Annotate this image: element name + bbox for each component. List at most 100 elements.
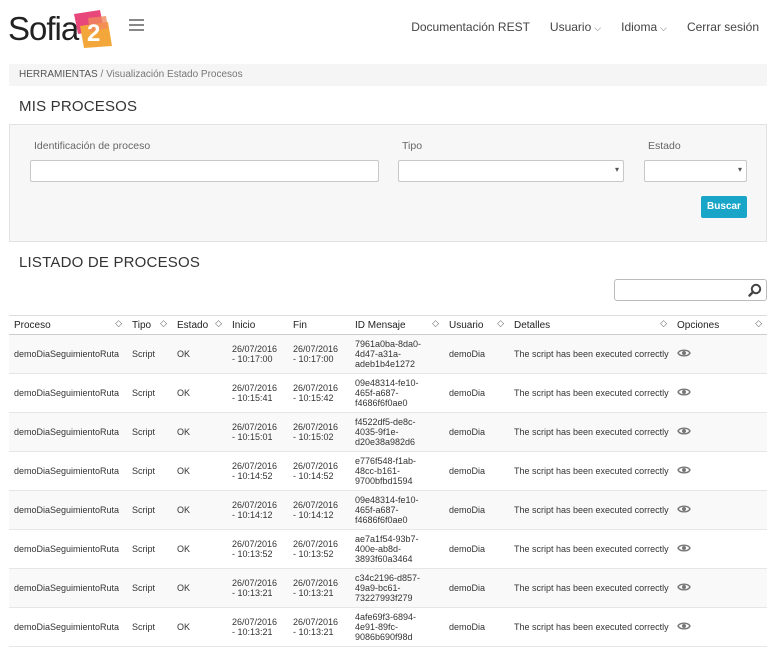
estado-select[interactable] — [644, 160, 747, 182]
col-header-tipo[interactable]: Tipo ◇ — [127, 315, 172, 335]
cell-inicio: 26/07/2016- 10:15:01 — [227, 412, 288, 452]
cell-usuario: demoDia — [444, 451, 509, 491]
logo-mark-text: 2 — [87, 20, 100, 47]
cell-id-part: 73227993f279 — [355, 593, 413, 603]
col-header-label: Tipo — [132, 319, 152, 331]
sort-icon: ◇ — [215, 318, 222, 328]
table-row: demoDiaSeguimientoRuta Script OK 26/07/2016… — [9, 373, 767, 413]
buscar-button[interactable]: Buscar — [701, 196, 747, 218]
cell-inicio: 26/07/2016- 10:14:12 — [227, 490, 288, 530]
col-header-id-mensaje[interactable]: ID Mensaje ◇ — [350, 315, 444, 335]
breadcrumb-root[interactable]: HERRAMIENTAS — [19, 69, 98, 80]
cell-estado: OK — [172, 568, 227, 608]
logo-text: Sofia — [8, 10, 79, 47]
eye-icon[interactable] — [677, 465, 691, 477]
col-header-label: Estado — [177, 319, 209, 331]
list-title: LISTADO DE PROCESOS — [19, 254, 201, 271]
eye-icon[interactable] — [677, 348, 691, 360]
cell-proceso: demoDiaSeguimientoRuta — [9, 451, 127, 491]
nav-cerrar-sesion[interactable]: Cerrar sesión — [687, 20, 759, 34]
cell-tipo: Script — [127, 334, 172, 374]
logo[interactable]: Sofia 2 — [8, 8, 118, 50]
col-header-label: ID Mensaje — [355, 319, 406, 331]
col-header-inicio[interactable]: Inicio — [227, 315, 288, 335]
cell-tipo: Script — [127, 568, 172, 608]
table-search-input[interactable] — [614, 279, 767, 301]
cell-opciones — [672, 451, 767, 491]
cell-estado: OK — [172, 334, 227, 374]
cell-id-mensaje: 7961a0ba-8da0- 4d47-a31a-adeb1b4e1272 — [350, 334, 444, 374]
eye-icon[interactable] — [677, 504, 691, 516]
cell-inicio-time: - 10:14:12 — [232, 510, 273, 520]
eye-icon[interactable] — [677, 387, 691, 399]
cell-id-part: f4686f6f0ae0 — [355, 515, 408, 525]
eye-icon[interactable] — [677, 543, 691, 555]
cell-usuario: demoDia — [444, 607, 509, 647]
col-header-detalles[interactable]: Detalles ◇ — [509, 315, 672, 335]
cell-fin-time: - 10:13:52 — [293, 549, 334, 559]
cell-inicio-time: - 10:13:52 — [232, 549, 273, 559]
cell-id-part: 48cc-b161- — [355, 466, 401, 476]
cell-id-part: 400e-ab8d- — [355, 544, 402, 554]
nav-label: Documentación REST — [411, 20, 530, 34]
cell-usuario: demoDia — [444, 568, 509, 608]
sort-icon: ◇ — [497, 318, 504, 328]
cell-inicio-date: 26/07/2016 — [232, 539, 278, 549]
table-row: demoDiaSeguimientoRuta Script OK 26/07/2016… — [9, 451, 767, 491]
cell-fin: 26/07/2016- 10:17:00 — [288, 334, 350, 374]
cell-id-part: 465f-a687- — [355, 505, 399, 515]
cell-fin: 26/07/2016- 10:15:02 — [288, 412, 350, 452]
tipo-select[interactable] — [398, 160, 624, 182]
col-header-proceso[interactable]: Proceso ◇ — [9, 315, 127, 335]
col-header-estado[interactable]: Estado ◇ — [172, 315, 227, 335]
sort-icon: ◇ — [755, 318, 762, 328]
cell-detalles: The script has been executed correctly — [509, 529, 672, 569]
col-header-fin[interactable]: Fin — [288, 315, 350, 335]
cell-id-mensaje: ae7a1f54-93b7- 400e-ab8d- 3893f60a3464 — [350, 529, 444, 569]
cell-fin-time: - 10:13:21 — [293, 627, 334, 637]
cell-id-mensaje: 09e48314-fe10- 465f-a687- f4686f6f0ae0 — [350, 490, 444, 530]
cell-fin: 26/07/2016- 10:14:12 — [288, 490, 350, 530]
cell-detalles: The script has been executed correctly — [509, 607, 672, 647]
cell-opciones — [672, 607, 767, 647]
cell-id-part: 4e91-89fc- — [355, 622, 399, 632]
table-row: demoDiaSeguimientoRuta Script OK 26/07/2016… — [9, 412, 767, 452]
cell-inicio: 26/07/2016- 10:13:21 — [227, 568, 288, 608]
cell-id-mensaje: e776f548-f1ab- 48cc-b161- 9700bfbd1594 — [350, 451, 444, 491]
eye-icon[interactable] — [677, 621, 691, 633]
cell-opciones — [672, 373, 767, 413]
cell-usuario: demoDia — [444, 412, 509, 452]
id-proceso-input[interactable] — [30, 160, 379, 182]
cell-tipo: Script — [127, 412, 172, 452]
col-header-label: Usuario — [449, 319, 484, 331]
cell-id-part: e776f548-f1ab- — [355, 456, 417, 466]
cell-inicio: 26/07/2016- 10:13:52 — [227, 529, 288, 569]
id-proceso-label: Identificación de proceso — [34, 140, 151, 152]
cell-estado: OK — [172, 490, 227, 530]
chevron-down-icon: ⌵ — [594, 23, 602, 33]
cell-id-part: 09e48314-fe10- — [355, 378, 419, 388]
search-icon[interactable] — [748, 283, 762, 297]
cell-fin: 26/07/2016- 10:14:52 — [288, 451, 350, 491]
cell-fin-date: 26/07/2016 — [293, 500, 339, 510]
chevron-down-icon: ⌵ — [660, 23, 667, 33]
cell-detalles: The script has been executed correctly — [509, 490, 672, 530]
cell-inicio-time: - 10:15:41 — [232, 393, 273, 403]
col-header-opciones[interactable]: Opciones ◇ — [672, 315, 767, 335]
nav-idioma[interactable]: Idioma ⌵ — [621, 20, 667, 34]
logo-mark-icon: 2 — [74, 10, 112, 48]
cell-detalles: The script has been executed correctly — [509, 412, 672, 452]
nav-usuario[interactable]: Usuario ⌵ — [550, 20, 601, 34]
cell-tipo: Script — [127, 490, 172, 530]
eye-icon[interactable] — [677, 426, 691, 438]
col-header-usuario[interactable]: Usuario ◇ — [444, 315, 509, 335]
nav-documentacion-rest[interactable]: Documentación REST — [411, 20, 530, 34]
cell-proceso: demoDiaSeguimientoRuta — [9, 412, 127, 452]
hamburger-icon[interactable] — [129, 19, 144, 31]
eye-icon[interactable] — [677, 582, 691, 594]
col-header-label: Detalles — [514, 319, 551, 331]
cell-proceso: demoDiaSeguimientoRuta — [9, 568, 127, 608]
nav-label: Usuario — [549, 20, 592, 34]
cell-fin-date: 26/07/2016 — [293, 461, 339, 471]
cell-opciones — [672, 412, 767, 452]
